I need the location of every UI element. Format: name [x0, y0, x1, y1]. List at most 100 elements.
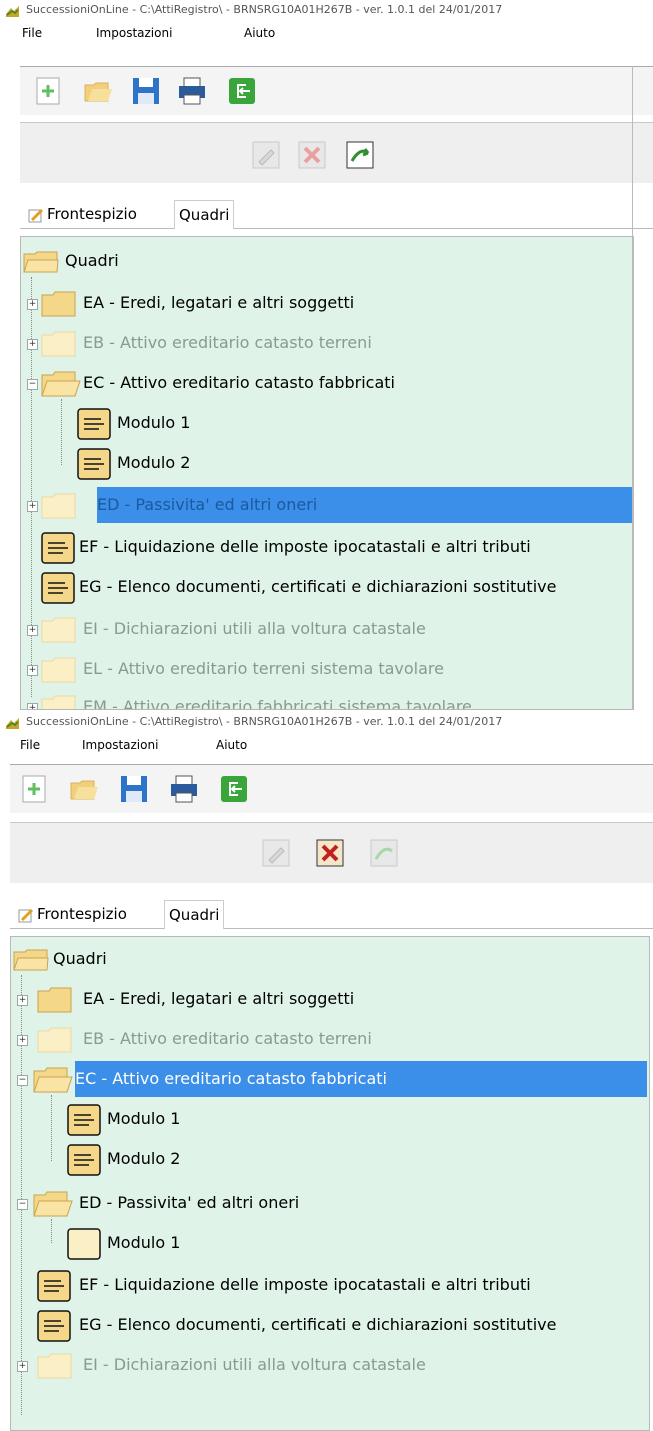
menu-file[interactable]: File [22, 26, 42, 40]
quadri-tree: Quadri + EA - Eredi, legatari e altri so… [20, 236, 634, 710]
delete-icon[interactable] [296, 139, 328, 171]
tree-root[interactable]: Quadri [23, 243, 223, 279]
tree-node-modulo-1[interactable]: Modulo 1 [51, 1101, 351, 1137]
tree-node-eb[interactable]: + EB - Attivo ereditario catasto terreni [11, 1021, 631, 1057]
export-icon[interactable] [344, 139, 376, 171]
expand-icon[interactable]: + [17, 1035, 28, 1046]
right-panel-edge [632, 66, 653, 710]
menu-help[interactable]: Aiuto [216, 738, 247, 752]
tab-frontespizio[interactable]: Frontespizio [14, 900, 131, 928]
tree-node-ei[interactable]: + EI - Dichiarazioni utili alla voltura … [11, 1347, 631, 1383]
tree-node-eg[interactable]: EG - Elenco documenti, certificati e dic… [11, 1307, 647, 1343]
folder-icon [41, 657, 76, 683]
title-bar: SuccessioniOnLine - C:\AttiRegistro\ - B… [0, 712, 653, 736]
tree-node-eg[interactable]: EG - Elenco documenti, certificati e dic… [21, 569, 633, 605]
expand-icon[interactable]: + [17, 1361, 28, 1372]
folder-icon [37, 987, 72, 1013]
open-folder-icon [33, 1067, 73, 1093]
save-icon[interactable] [118, 773, 150, 805]
tree-node-modulo-2[interactable]: Modulo 2 [61, 445, 361, 481]
document-icon [67, 1144, 101, 1176]
tree-node-label: EB - Attivo ereditario catasto terreni [83, 1029, 372, 1048]
tree-root-label: Quadri [53, 949, 107, 968]
tab-strip: Frontespizio Quadri [10, 896, 653, 929]
tree-node-ed[interactable]: + ED - Passivita' ed altri oneri [21, 487, 633, 523]
menu-settings[interactable]: Impostazioni [82, 738, 158, 752]
screenshot-panel-2: SuccessioniOnLine - C:\AttiRegistro\ - B… [0, 712, 653, 1431]
tab-quadri[interactable]: Quadri [174, 200, 235, 229]
folder-icon [41, 331, 76, 357]
tree-node-ed[interactable]: − ED - Passivita' ed altri oneri [11, 1185, 631, 1221]
title-bar: SuccessioniOnLine - C:\AttiRegistro\ - B… [0, 0, 653, 24]
tree-node-label: EL - Attivo ereditario terreni sistema t… [83, 659, 444, 678]
tree-root[interactable]: Quadri [13, 941, 213, 977]
collapse-icon[interactable]: − [17, 1075, 28, 1086]
main-toolbar [10, 764, 653, 813]
tab-strip: Frontespizio Quadri [20, 196, 653, 229]
tab-label: Frontespizio [37, 905, 127, 923]
open-folder-icon[interactable] [82, 75, 114, 107]
tree-node-ec[interactable]: − EC - Attivo ereditario catasto fabbric… [11, 1061, 647, 1097]
document-icon [77, 408, 111, 440]
tree-node-ea[interactable]: + EA - Eredi, legatari e altri soggetti [11, 981, 631, 1017]
expand-icon[interactable]: + [27, 703, 38, 709]
folder-icon [41, 617, 76, 643]
collapse-icon[interactable]: − [27, 379, 38, 390]
document-icon [77, 448, 111, 480]
new-document-icon[interactable] [18, 773, 50, 805]
tree-node-label: Modulo 1 [107, 1233, 181, 1252]
expand-icon[interactable]: + [27, 625, 38, 636]
open-folder-icon [33, 1191, 73, 1217]
open-folder-icon [23, 251, 59, 273]
tree-node-modulo-1[interactable]: Modulo 1 [61, 405, 361, 441]
edit-toolbar [10, 822, 653, 883]
folder-icon [37, 1353, 72, 1379]
delete-icon[interactable] [314, 837, 346, 869]
collapse-icon[interactable]: − [17, 1199, 28, 1210]
tree-node-em[interactable]: + EM - Attivo ereditario fabbricati sist… [21, 689, 621, 710]
print-icon[interactable] [176, 75, 208, 107]
exit-icon[interactable] [218, 773, 250, 805]
tree-node-label: EA - Eredi, legatari e altri soggetti [83, 989, 355, 1008]
quadri-tree: Quadri + EA - Eredi, legatari e altri so… [10, 936, 650, 1431]
tree-node-label: EG - Elenco documenti, certificati e dic… [79, 577, 557, 596]
tree-node-eb[interactable]: + EB - Attivo ereditario catasto terreni [21, 325, 621, 361]
exit-icon[interactable] [226, 75, 258, 107]
tree-node-ei[interactable]: + EI - Dichiarazioni utili alla voltura … [21, 611, 621, 647]
edit-icon[interactable] [250, 139, 282, 171]
menu-help[interactable]: Aiuto [244, 26, 275, 40]
menu-settings[interactable]: Impostazioni [96, 26, 172, 40]
edit-icon[interactable] [260, 837, 292, 869]
tree-node-label: EI - Dichiarazioni utili alla voltura ca… [83, 1355, 426, 1374]
open-folder-icon[interactable] [68, 773, 100, 805]
tab-quadri[interactable]: Quadri [164, 900, 225, 929]
save-icon[interactable] [130, 75, 162, 107]
tree-node-modulo-1-ed[interactable]: Modulo 1 [51, 1225, 351, 1261]
tree-node-label: Modulo 1 [117, 413, 191, 432]
tree-node-label: EA - Eredi, legatari e altri soggetti [83, 293, 355, 312]
tree-node-label: EI - Dichiarazioni utili alla voltura ca… [83, 619, 426, 638]
tree-node-ea[interactable]: + EA - Eredi, legatari e altri soggetti [21, 285, 621, 321]
menu-bar: File Impostazioni Aiuto [0, 26, 653, 48]
expand-icon[interactable]: + [27, 665, 38, 676]
tree-node-label: EF - Liquidazione delle imposte ipocatas… [79, 1275, 531, 1294]
tab-frontespizio[interactable]: Frontespizio [24, 200, 141, 228]
tree-node-ec[interactable]: − EC - Attivo ereditario catasto fabbric… [21, 365, 621, 401]
tree-node-label: EM - Attivo ereditario fabbricati sistem… [83, 697, 472, 710]
tree-node-ef[interactable]: EF - Liquidazione delle imposte ipocatas… [11, 1267, 647, 1303]
tree-node-modulo-2[interactable]: Modulo 2 [51, 1141, 351, 1177]
expand-icon[interactable]: + [27, 299, 38, 310]
export-icon[interactable] [368, 837, 400, 869]
expand-icon[interactable]: + [27, 339, 38, 350]
pencil-icon [28, 208, 44, 222]
expand-icon[interactable]: + [17, 995, 28, 1006]
menu-file[interactable]: File [20, 738, 40, 752]
tree-root-label: Quadri [65, 251, 119, 270]
tree-node-label: Modulo 2 [117, 453, 191, 472]
tree-node-el[interactable]: + EL - Attivo ereditario terreni sistema… [21, 651, 621, 687]
new-document-icon[interactable] [32, 75, 64, 107]
tree-node-label: ED - Passivita' ed altri oneri [97, 487, 633, 523]
print-icon[interactable] [168, 773, 200, 805]
expand-icon[interactable]: + [27, 501, 38, 512]
tree-node-ef[interactable]: EF - Liquidazione delle imposte ipocatas… [21, 529, 633, 565]
